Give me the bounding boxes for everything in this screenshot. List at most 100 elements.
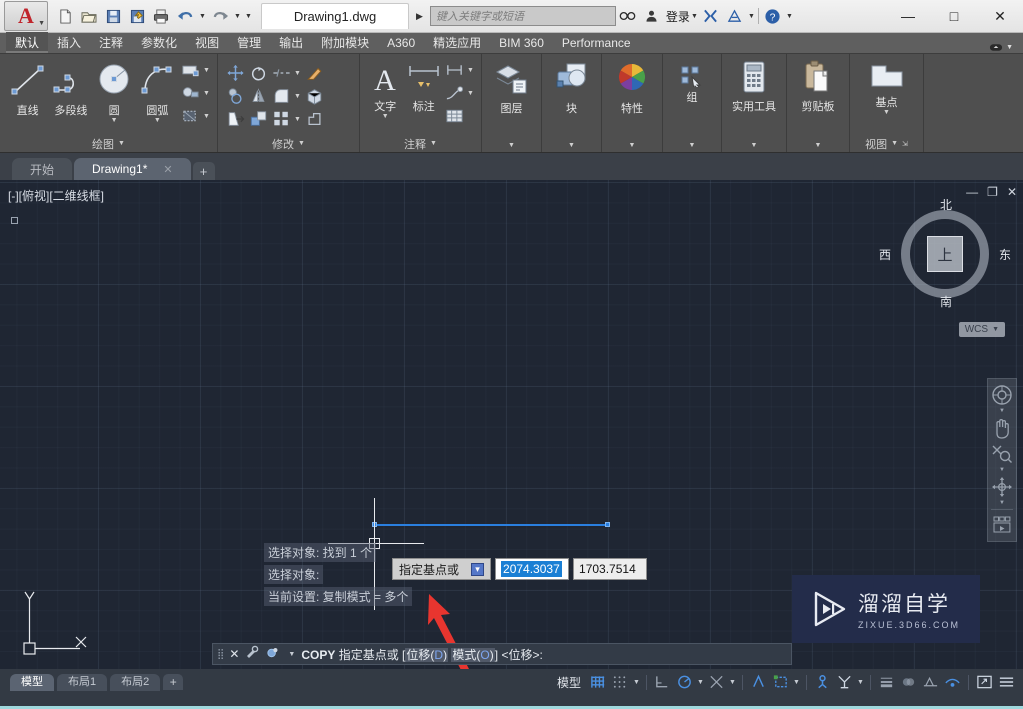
tool-utilities[interactable]: 实用工具 — [728, 57, 780, 114]
maximize-button[interactable]: □ — [931, 0, 977, 32]
steering-wheel-dropdown-icon[interactable]: ▼ — [999, 408, 1005, 415]
application-menu-button[interactable]: A ▼ — [4, 1, 48, 31]
panel-layer-expand-icon[interactable]: ▼ — [484, 139, 539, 152]
undo-dropdown-icon[interactable]: ▼ — [198, 13, 207, 20]
tool-clipboard[interactable]: 剪贴板 — [793, 57, 843, 114]
redo-icon[interactable] — [209, 5, 231, 27]
layout-tab-layout1[interactable]: 布局1 — [57, 673, 108, 691]
annotation-scale-icon[interactable] — [920, 672, 941, 692]
ribbon-tab-view[interactable]: 视图 — [186, 32, 228, 53]
command-option-mode[interactable]: 模式(O) — [451, 647, 495, 662]
add-layout-button[interactable]: + — [163, 674, 184, 690]
tool-basepoint-dropdown-icon[interactable]: ▼ — [883, 109, 890, 116]
viewcube-south-label[interactable]: 南 — [940, 293, 952, 310]
tool-leader-icon[interactable] — [443, 82, 465, 104]
workspace-switch-status-icon[interactable] — [942, 672, 963, 692]
tool-table-icon[interactable] — [443, 105, 465, 127]
exchange-apps-icon[interactable] — [699, 5, 723, 27]
pan-hand-icon[interactable] — [988, 415, 1016, 441]
tool-move-icon[interactable] — [224, 62, 246, 84]
lineweight-toggle-icon[interactable] — [876, 672, 897, 692]
dynamic-input-toggle-icon[interactable] — [770, 672, 791, 692]
tool-region-dropdown-icon[interactable]: ▼ — [202, 113, 211, 120]
command-line[interactable]: ⣿ ✕ ▼ COPY 指定基点或 [位移(D) 模式(O)] <位移>: — [212, 643, 792, 665]
close-icon[interactable]: ✕ — [163, 163, 172, 176]
tool-fillet-dropdown-icon[interactable]: ▼ — [293, 93, 302, 100]
workspace-switch-icon[interactable]: ▼ — [989, 42, 1013, 53]
tool-rectangle-icon[interactable] — [179, 59, 201, 81]
tool-rectangle-dropdown-icon[interactable]: ▼ — [202, 67, 211, 74]
chevron-down-icon[interactable]: ▼ — [992, 326, 999, 333]
viewcube-north-label[interactable]: 北 — [940, 196, 952, 213]
panel-view-dialog-launcher-icon[interactable]: ⇲ — [902, 140, 908, 148]
viewport-label[interactable]: [-][俯视][二维线框] — [8, 187, 104, 204]
tool-layer[interactable]: 图层 — [488, 57, 535, 116]
ribbon-tab-parametric[interactable]: 参数化 — [132, 32, 186, 53]
tool-dimension-linear-icon[interactable] — [443, 59, 465, 81]
customize-qat-icon[interactable]: ▼ — [244, 13, 253, 20]
tool-erase-icon[interactable] — [303, 62, 325, 84]
dynamic-input-y-field[interactable]: 1703.7514 — [573, 558, 648, 580]
login-dropdown-icon[interactable]: ▼ — [690, 13, 699, 20]
tool-trim-dropdown-icon[interactable]: ▼ — [293, 70, 302, 77]
tool-region-icon[interactable] — [179, 105, 201, 127]
command-line-close-icon[interactable]: ✕ — [229, 647, 239, 661]
help-dropdown-icon[interactable]: ▼ — [785, 13, 794, 20]
ribbon-tab-featured-apps[interactable]: 精选应用 — [424, 32, 490, 53]
viewport-close-button[interactable]: ✕ — [1007, 186, 1017, 198]
orbit-icon[interactable] — [988, 474, 1016, 500]
zoom-extents-icon[interactable] — [988, 441, 1016, 467]
show-motion-icon[interactable] — [988, 512, 1016, 538]
tool-copy-icon[interactable] — [224, 85, 246, 107]
tool-rotate-icon[interactable] — [247, 62, 269, 84]
tool-group[interactable]: 组 — [669, 62, 715, 105]
ribbon-tab-addins[interactable]: 附加模块 — [312, 32, 378, 53]
dynamic-input-dropdown-icon[interactable]: ▼ — [792, 679, 801, 686]
viewcube-top-face[interactable]: 上 — [927, 236, 963, 272]
snap-mode-toggle-icon[interactable] — [610, 672, 631, 692]
panel-view-expand-icon[interactable]: ▼ — [891, 140, 898, 147]
ribbon-tab-manage[interactable]: 管理 — [228, 32, 270, 53]
panel-utilities-expand-icon[interactable]: ▼ — [724, 139, 784, 152]
tool-mirror-icon[interactable] — [247, 85, 269, 107]
layout-tab-layout2[interactable]: 布局2 — [110, 673, 161, 691]
document-menu-icon[interactable]: ▶ — [416, 11, 423, 22]
object-snap-toggle-icon[interactable] — [812, 672, 833, 692]
ribbon-tab-home[interactable]: 默认 — [6, 32, 49, 53]
autodesk-360-dropdown-icon[interactable]: ▼ — [747, 13, 756, 20]
tool-basepoint[interactable]: 基点 ▼ — [857, 57, 917, 116]
panel-block-expand-icon[interactable]: ▼ — [544, 139, 599, 152]
ucs-selector[interactable]: WCS ▼ — [958, 322, 1005, 337]
steering-wheel-icon[interactable] — [988, 382, 1016, 408]
ribbon-tab-output[interactable]: 输出 — [270, 32, 312, 53]
command-option-displacement[interactable]: 位移(D) — [405, 647, 449, 662]
close-button[interactable]: ✕ — [977, 0, 1023, 32]
command-line-dropdown-icon[interactable]: ▼ — [288, 651, 295, 658]
panel-modify-title[interactable]: 修改 ▼ — [220, 135, 357, 152]
tool-text-dropdown-icon[interactable]: ▼ — [382, 113, 389, 120]
tool-trim-icon[interactable] — [270, 62, 292, 84]
file-tab-start[interactable]: 开始 — [12, 158, 73, 180]
osnap-tracking-dropdown-icon[interactable]: ▼ — [728, 679, 737, 686]
fullscreen-toggle-icon[interactable] — [974, 672, 995, 692]
snap-dropdown-icon[interactable]: ▼ — [632, 679, 641, 686]
ortho-mode-toggle-icon[interactable] — [652, 672, 673, 692]
tool-circle[interactable]: 圆 ▼ — [93, 57, 136, 124]
search-input[interactable]: 键入关键字或短语 — [429, 6, 616, 26]
save-as-icon[interactable] — [126, 5, 148, 27]
tool-array-icon[interactable] — [270, 108, 292, 130]
tool-hatch-dropdown-icon[interactable]: ▼ — [202, 90, 211, 97]
undo-icon[interactable] — [174, 5, 196, 27]
panel-annotation-title[interactable]: 注释 ▼ — [362, 135, 479, 152]
osnap-dropdown-icon[interactable]: ▼ — [856, 679, 865, 686]
tool-stretch-icon[interactable] — [224, 108, 246, 130]
tool-hatch-icon[interactable] — [179, 82, 201, 104]
tool-dimension[interactable]: 标注 — [405, 57, 444, 114]
panel-modify-expand-icon[interactable]: ▼ — [298, 140, 305, 147]
tool-arc-dropdown-icon[interactable]: ▼ — [154, 117, 161, 124]
plot-icon[interactable] — [150, 5, 172, 27]
polar-tracking-toggle-icon[interactable] — [674, 672, 695, 692]
tool-line[interactable]: 直线 — [6, 57, 49, 118]
transparency-toggle-icon[interactable] — [898, 672, 919, 692]
ribbon-tab-annotate[interactable]: 注释 — [90, 32, 132, 53]
